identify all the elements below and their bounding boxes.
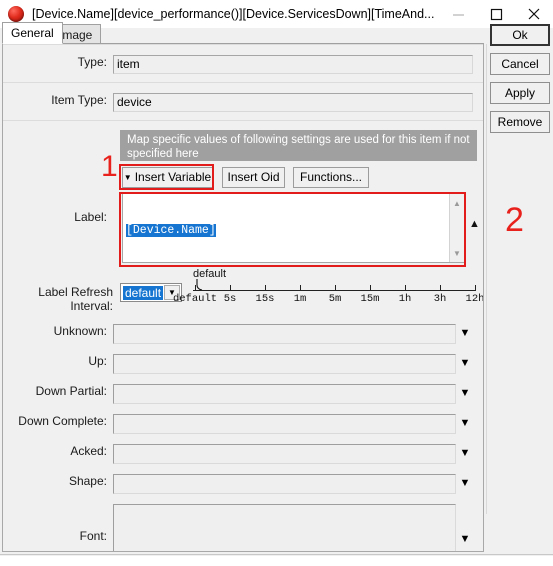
slider-tick-label: 1h <box>398 293 412 305</box>
chevron-down-icon: ▼ <box>123 173 132 182</box>
row-item-type: Item Type: device <box>3 93 483 112</box>
cancel-button[interactable]: Cancel <box>490 53 550 75</box>
tab-strip: General Image <box>0 22 553 44</box>
chevron-down-icon[interactable]: ▼ <box>456 474 474 492</box>
slider-axis <box>193 290 475 291</box>
slider-tick <box>475 285 476 291</box>
slider-tick <box>195 285 196 291</box>
divider <box>3 120 483 121</box>
row-up: Up: ▼ <box>3 354 483 374</box>
slider-tick <box>440 285 441 291</box>
refresh-interval-label: Label Refresh Interval: <box>38 285 113 313</box>
functions-button[interactable]: Functions... <box>293 167 369 188</box>
row-shape: Shape: ▼ <box>3 474 483 494</box>
acked-dropdown[interactable] <box>113 444 456 464</box>
scroll-down-icon[interactable]: ▼ <box>450 246 464 260</box>
dialog-window: [Device.Name][device_performance()][Devi… <box>0 0 553 566</box>
unknown-label: Unknown: <box>53 324 107 338</box>
row-down-complete: Down Complete: ▼ <box>3 414 483 434</box>
slider-tick-label: 3h <box>433 293 447 305</box>
slider-tick-label: 5m <box>328 293 342 305</box>
type-value-field[interactable]: item <box>113 55 473 74</box>
font-dropdown[interactable] <box>113 504 456 551</box>
chevron-down-icon[interactable]: ▼ <box>456 444 474 462</box>
chevron-down-icon[interactable]: ▼ <box>456 324 474 342</box>
slider-tick-label: 1m <box>293 293 307 305</box>
insert-variable-button[interactable]: ▼ Insert Variable <box>122 167 213 188</box>
window-outer-edge <box>0 556 553 566</box>
slider-tick <box>335 285 336 291</box>
item-type-label: Item Type: <box>51 93 107 107</box>
scroll-up-icon[interactable]: ▲ <box>450 196 464 210</box>
type-label: Type: <box>77 55 107 69</box>
slider-tick-label: 15m <box>360 293 380 305</box>
remove-button[interactable]: Remove <box>490 111 550 133</box>
slider-tick-label: 15s <box>255 293 275 305</box>
row-unknown: Unknown: ▼ <box>3 324 483 344</box>
divider <box>3 82 483 83</box>
app-sphere-icon <box>8 6 24 22</box>
annotation-number-2: 2 <box>505 201 524 239</box>
item-type-value-field[interactable]: device <box>113 93 473 112</box>
window-title: [Device.Name][device_performance()][Devi… <box>32 7 435 21</box>
general-tab-panel: Type: item Item Type: device Map specifi… <box>2 43 484 552</box>
font-label: Font: <box>79 529 107 543</box>
label-line-1: [Device.Name] <box>126 224 216 237</box>
slider-tick <box>230 285 231 291</box>
shape-dropdown[interactable] <box>113 474 456 494</box>
down-complete-label: Down Complete: <box>18 414 107 428</box>
dialog-buttons: Ok Cancel Apply Remove <box>490 24 550 140</box>
slider-tick-label: 5s <box>223 293 237 305</box>
refresh-interval-value: default <box>123 285 164 300</box>
slider-tick <box>370 285 371 291</box>
chevron-down-icon[interactable]: ▼ <box>456 354 474 372</box>
label-textarea[interactable]: [Device.Name] [device_performance()][Dev… <box>122 193 465 263</box>
down-partial-dropdown[interactable] <box>113 384 456 404</box>
up-label: Up: <box>88 354 107 368</box>
slider-tick <box>300 285 301 291</box>
annotation-number-1: 1 <box>101 150 118 183</box>
unknown-dropdown[interactable] <box>113 324 456 344</box>
label-field-label: Label: <box>74 210 107 224</box>
apply-button[interactable]: Apply <box>490 82 550 104</box>
down-partial-label: Down Partial: <box>35 384 107 398</box>
label-textarea-content: [Device.Name] [device_performance()][Dev… <box>126 196 446 262</box>
slider-tick-label: default <box>172 293 218 305</box>
chevron-down-icon[interactable]: ▼ <box>456 414 474 432</box>
slider-tick <box>265 285 266 291</box>
acked-label: Acked: <box>70 444 107 458</box>
insert-variable-label: Insert Variable <box>134 170 212 184</box>
info-banner: Map specific values of following setting… <box>120 130 477 161</box>
ok-button[interactable]: Ok <box>490 24 550 46</box>
label-scrollbar[interactable]: ▲ ▼ <box>449 194 464 262</box>
up-dropdown[interactable] <box>113 354 456 374</box>
shape-label: Shape: <box>68 474 107 488</box>
slider-tick-label: 12h <box>465 293 484 305</box>
window-bottom-border <box>0 554 553 555</box>
chevron-down-icon[interactable]: ▼ <box>456 384 474 402</box>
row-acked: Acked: ▼ <box>3 444 483 464</box>
chevron-down-icon[interactable]: ▼ <box>456 504 474 548</box>
label-expand-icon[interactable]: ▲ <box>469 218 480 230</box>
panel-divider <box>486 44 487 514</box>
refresh-interval-slider[interactable]: default default 5s 15s 1m 5m 15m 1h 3h 1… <box>173 268 483 316</box>
tab-general[interactable]: General <box>2 22 63 44</box>
down-complete-dropdown[interactable] <box>113 414 456 434</box>
row-type: Type: item <box>3 55 483 74</box>
slider-tick <box>405 285 406 291</box>
row-down-partial: Down Partial: ▼ <box>3 384 483 404</box>
row-font: Font: ▼ <box>3 504 483 551</box>
slider-handle[interactable] <box>195 277 205 291</box>
divider <box>3 44 483 45</box>
insert-oid-button[interactable]: Insert Oid <box>222 167 285 188</box>
